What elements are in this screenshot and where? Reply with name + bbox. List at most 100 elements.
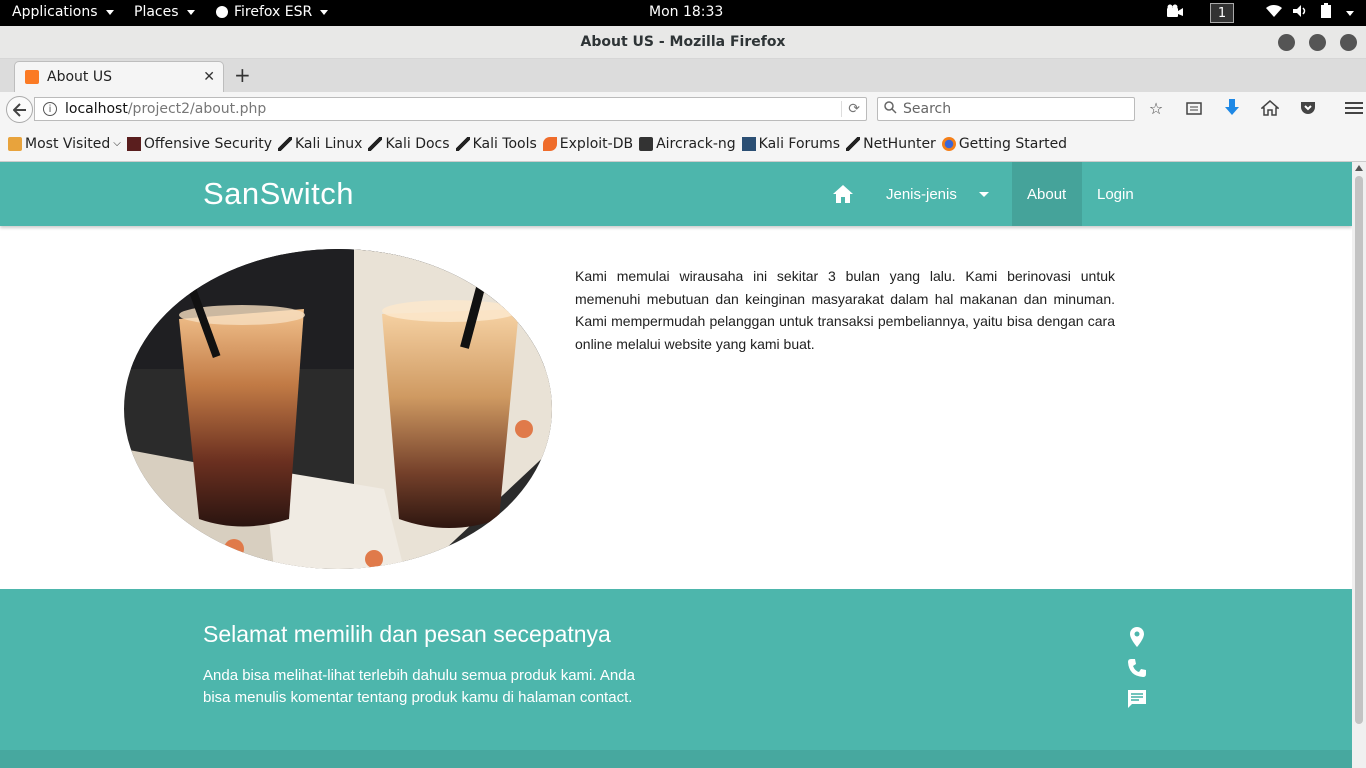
home-icon[interactable] <box>1260 98 1280 118</box>
bookmark-label: Kali Forums <box>758 135 841 152</box>
hamburger-menu-icon[interactable] <box>1344 98 1364 118</box>
nav-jenis-dropdown[interactable]: Jenis-jenis <box>871 162 1004 226</box>
firefox-icon <box>941 136 956 151</box>
clock-label: Mon 18:33 <box>649 4 724 20</box>
kali-forums-icon <box>741 136 756 151</box>
bookmark-label: Kali Tools <box>472 135 537 152</box>
footer-title: Selamat memilih dan pesan secepatnya <box>203 621 611 647</box>
scroll-up-icon[interactable] <box>1355 165 1363 171</box>
site-brand[interactable]: SanSwitch <box>203 176 354 212</box>
back-button[interactable] <box>6 96 33 123</box>
message-icon[interactable] <box>1126 688 1148 710</box>
kali-icon <box>455 136 470 151</box>
search-placeholder: Search <box>903 101 952 117</box>
bookmark-label: NetHunter <box>863 135 936 152</box>
exploitdb-icon <box>542 136 557 151</box>
folder-icon <box>8 136 22 151</box>
volume-icon <box>1292 4 1308 22</box>
site-footer: Selamat memilih dan pesan secepatnya And… <box>0 589 1352 768</box>
kali-icon <box>278 136 292 151</box>
bookmark-kali-docs[interactable]: Kali Docs <box>368 135 450 152</box>
bookmark-aircrack-ng[interactable]: Aircrack-ng <box>639 136 736 152</box>
wifi-icon <box>1266 4 1282 22</box>
bookmark-label: Offensive Security <box>143 135 272 152</box>
page-content: SanSwitch Jenis-jenis About Login Kami m… <box>0 162 1352 768</box>
firefox-app-label: Firefox ESR <box>234 4 313 20</box>
system-top-bar: Applications Places Firefox ESR Mon 18:3… <box>0 0 1366 26</box>
home-icon[interactable] <box>832 184 854 204</box>
footer-text: Anda bisa melihat-lihat terlebih dahulu … <box>203 667 635 706</box>
nav-login-label: Login <box>1097 185 1134 203</box>
kali-icon <box>846 136 861 151</box>
bookmark-label: Aircrack-ng <box>656 135 736 152</box>
video-icon <box>1166 4 1184 22</box>
chevron-down-icon <box>320 9 329 15</box>
bookmarks-toolbar: Most Visited ⌵ Offensive Security Kali L… <box>0 126 1366 162</box>
search-input[interactable]: Search <box>877 97 1135 121</box>
tab-about-us[interactable]: About US ✕ <box>14 61 224 92</box>
places-menu[interactable]: Places <box>134 4 195 20</box>
url-bar[interactable]: i localhost/project2/about.php ⟳ <box>34 97 867 121</box>
window-title: About US - Mozilla Firefox <box>580 34 786 50</box>
aircrack-icon <box>639 136 654 151</box>
chevron-down-icon <box>105 9 114 15</box>
phone-icon[interactable] <box>1126 657 1148 679</box>
nav-about-label: About <box>1027 185 1067 203</box>
bookmark-label: Exploit-DB <box>559 135 634 152</box>
maximize-button[interactable] <box>1309 34 1326 51</box>
bookmark-kali-tools[interactable]: Kali Tools <box>455 135 537 152</box>
bookmark-label: Getting Started <box>958 135 1068 152</box>
chevron-down-icon: ⌵ <box>113 138 121 149</box>
clock[interactable]: Mon 18:33 <box>649 4 723 20</box>
bookmark-nethunter[interactable]: NetHunter <box>846 136 936 152</box>
xampp-favicon-icon <box>25 70 39 84</box>
system-status-area[interactable]: 1 <box>1166 3 1354 23</box>
bookmark-most-visited[interactable]: Most Visited ⌵ <box>8 136 121 152</box>
url-host: localhost <box>65 101 128 117</box>
applications-menu[interactable]: Applications <box>12 4 114 20</box>
bookmark-getting-started[interactable]: Getting Started <box>941 135 1068 152</box>
about-paragraph: Kami memulai wirausaha ini sekitar 3 bul… <box>575 268 1115 352</box>
battery-icon <box>1318 3 1334 23</box>
reading-list-icon[interactable] <box>1184 98 1204 118</box>
bookmark-offensive-security[interactable]: Offensive Security <box>126 135 272 152</box>
nav-jenis-label: Jenis-jenis <box>886 185 957 203</box>
close-window-button[interactable] <box>1340 34 1357 51</box>
reload-icon[interactable]: ⟳ <box>841 101 860 117</box>
bookmark-star-icon[interactable]: ☆ <box>1146 98 1166 118</box>
applications-label: Applications <box>12 4 98 20</box>
bookmark-kali-forums[interactable]: Kali Forums <box>741 135 841 152</box>
site-navbar: SanSwitch Jenis-jenis About Login <box>0 162 1352 226</box>
nav-login[interactable]: Login <box>1082 162 1149 226</box>
info-icon[interactable]: i <box>43 102 57 116</box>
url-path: /project2/about.php <box>127 101 267 117</box>
minimize-button[interactable] <box>1278 34 1295 51</box>
bookmark-label: Kali Docs <box>385 135 450 152</box>
drinks-photo <box>124 249 552 569</box>
nav-about[interactable]: About <box>1012 162 1082 226</box>
close-icon[interactable]: ✕ <box>203 69 215 85</box>
bookmark-exploit-db[interactable]: Exploit-DB <box>542 135 634 152</box>
chevron-down-icon <box>186 9 195 15</box>
browser-toolbar: i localhost/project2/about.php ⟳ Search … <box>0 92 1366 126</box>
kali-icon <box>368 136 383 151</box>
workspace-indicator[interactable]: 1 <box>1210 3 1234 23</box>
location-pin-icon[interactable] <box>1126 626 1148 648</box>
firefox-app-menu[interactable]: Firefox ESR <box>216 4 329 20</box>
new-tab-button[interactable]: + <box>234 63 251 87</box>
arrow-left-icon <box>12 102 26 117</box>
offsec-icon <box>126 136 141 151</box>
page-scrollbar[interactable] <box>1352 162 1366 768</box>
tab-label: About US <box>47 69 112 85</box>
chevron-down-icon <box>978 191 989 197</box>
pocket-icon[interactable] <box>1298 98 1318 118</box>
bookmark-kali-linux[interactable]: Kali Linux <box>278 136 362 152</box>
window-titlebar: About US - Mozilla Firefox <box>0 26 1366 59</box>
places-label: Places <box>134 4 179 20</box>
search-icon <box>884 100 897 118</box>
chevron-down-icon <box>1346 10 1354 16</box>
scrollbar-thumb[interactable] <box>1355 176 1363 724</box>
bookmark-label: Most Visited <box>25 135 111 152</box>
download-icon[interactable] <box>1222 98 1242 118</box>
bookmark-label: Kali Linux <box>295 135 363 152</box>
